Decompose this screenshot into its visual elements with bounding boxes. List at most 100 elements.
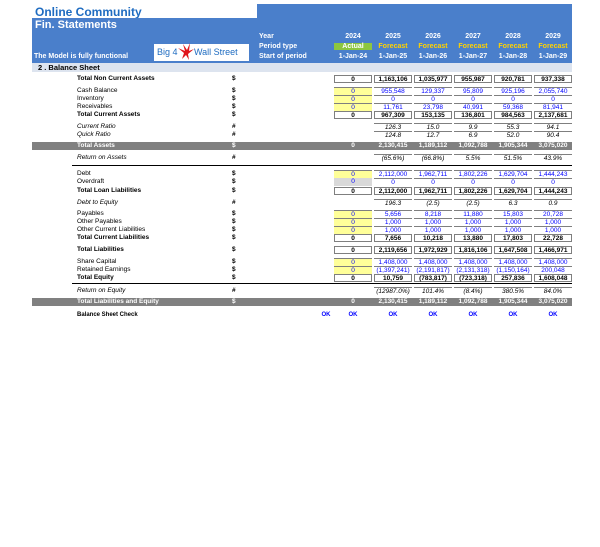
cell-forecast[interactable]: (2,191,817) bbox=[414, 266, 452, 274]
cell-forecast[interactable]: 101.4% bbox=[414, 287, 452, 295]
cell-actual[interactable]: 0 bbox=[334, 170, 372, 178]
cell-forecast[interactable]: 1,962,711 bbox=[414, 187, 452, 195]
cell-forecast[interactable]: 136,801 bbox=[454, 111, 492, 119]
cell-actual[interactable]: 0 bbox=[334, 210, 372, 218]
cell-forecast[interactable]: 0 bbox=[534, 178, 572, 186]
cell-forecast[interactable]: 153,135 bbox=[414, 111, 452, 119]
cell-forecast[interactable]: 200,048 bbox=[534, 266, 572, 274]
cell-forecast[interactable]: 124.8 bbox=[374, 131, 412, 139]
cell-forecast[interactable]: 20,728 bbox=[534, 210, 572, 218]
cell-forecast[interactable]: 1,035,977 bbox=[414, 75, 452, 83]
cell-forecast[interactable]: 955,987 bbox=[454, 75, 492, 83]
cell-forecast[interactable]: 13,880 bbox=[454, 234, 492, 242]
cell-actual[interactable]: 0 bbox=[334, 266, 372, 274]
cell-actual[interactable]: 0 bbox=[334, 298, 372, 306]
cell-forecast[interactable]: 8,218 bbox=[414, 210, 452, 218]
cell-actual[interactable]: 0 bbox=[334, 226, 372, 234]
cell-actual[interactable]: 0 bbox=[334, 87, 372, 95]
cell-forecast[interactable]: 51.5% bbox=[494, 154, 532, 162]
cell-forecast[interactable]: 0 bbox=[414, 178, 452, 186]
cell-forecast[interactable]: 1,000 bbox=[454, 226, 492, 234]
cell-forecast[interactable]: 1,408,000 bbox=[494, 258, 532, 266]
cell-forecast[interactable]: 196.3 bbox=[374, 199, 412, 207]
cell-forecast[interactable]: (1,397,241) bbox=[374, 266, 412, 274]
cell-forecast[interactable]: 2,130,415 bbox=[374, 298, 412, 306]
cell-forecast[interactable]: 2,137,681 bbox=[534, 111, 572, 119]
cell-forecast[interactable]: 1,962,711 bbox=[414, 170, 452, 178]
cell-forecast[interactable]: 1,608,048 bbox=[534, 274, 572, 282]
cell-forecast[interactable]: 23,798 bbox=[414, 103, 452, 111]
cell-forecast[interactable]: 17,803 bbox=[494, 234, 532, 242]
cell-forecast[interactable]: 59,368 bbox=[494, 103, 532, 111]
cell-forecast[interactable]: 1,647,508 bbox=[494, 246, 532, 254]
cell-forecast[interactable]: (12987.0%) bbox=[374, 287, 412, 295]
cell-forecast[interactable]: 1,189,112 bbox=[414, 298, 452, 306]
cell-forecast[interactable]: 1,802,226 bbox=[454, 170, 492, 178]
cell-forecast[interactable]: 1,000 bbox=[494, 218, 532, 226]
cell-forecast[interactable]: 955,548 bbox=[374, 87, 412, 95]
cell-actual[interactable]: 0 bbox=[334, 258, 372, 266]
cell-forecast[interactable]: (65.6%) bbox=[374, 154, 412, 162]
cell-actual[interactable]: 0 bbox=[334, 178, 372, 186]
cell-forecast[interactable]: 1,629,704 bbox=[494, 170, 532, 178]
cell-forecast[interactable]: (2,131,318) bbox=[454, 266, 492, 274]
cell-actual[interactable]: 0 bbox=[334, 95, 372, 103]
cell-forecast[interactable]: 1,000 bbox=[494, 226, 532, 234]
cell-forecast[interactable]: 129,337 bbox=[414, 87, 452, 95]
cell-forecast[interactable]: 0 bbox=[494, 95, 532, 103]
cell-forecast[interactable]: 5,656 bbox=[374, 210, 412, 218]
cell-forecast[interactable]: 1,000 bbox=[414, 226, 452, 234]
cell-actual[interactable]: 0 bbox=[334, 142, 372, 150]
cell-forecast[interactable]: 0 bbox=[374, 95, 412, 103]
cell-forecast[interactable]: 0 bbox=[454, 95, 492, 103]
cell-forecast[interactable]: (66.8%) bbox=[414, 154, 452, 162]
cell-forecast[interactable]: 10,759 bbox=[374, 274, 412, 282]
cell-forecast[interactable]: 22,728 bbox=[534, 234, 572, 242]
cell-forecast[interactable]: 84.0% bbox=[534, 287, 572, 295]
cell-forecast[interactable]: 2,055,740 bbox=[534, 87, 572, 95]
cell-actual[interactable]: 0 bbox=[334, 234, 372, 242]
cell-forecast[interactable]: 10,218 bbox=[414, 234, 452, 242]
cell-forecast[interactable]: (723,318) bbox=[454, 274, 492, 282]
cell-forecast[interactable]: 1,000 bbox=[374, 218, 412, 226]
cell-forecast[interactable]: 94.1 bbox=[534, 123, 572, 131]
cell-forecast[interactable]: 0 bbox=[454, 178, 492, 186]
cell-forecast[interactable]: 2,130,415 bbox=[374, 142, 412, 150]
cell-forecast[interactable]: 95,809 bbox=[454, 87, 492, 95]
cell-forecast[interactable]: 925,196 bbox=[494, 87, 532, 95]
cell-forecast[interactable]: 7,656 bbox=[374, 234, 412, 242]
cell-forecast[interactable]: 1,905,344 bbox=[494, 142, 532, 150]
cell-forecast[interactable]: 1,000 bbox=[414, 218, 452, 226]
cell-forecast[interactable]: 15,803 bbox=[494, 210, 532, 218]
cell-forecast[interactable]: 0 bbox=[494, 178, 532, 186]
cell-forecast[interactable]: 1,408,000 bbox=[534, 258, 572, 266]
cell-forecast[interactable]: (2.5) bbox=[414, 199, 452, 207]
cell-forecast[interactable]: 1,802,226 bbox=[454, 187, 492, 195]
cell-forecast[interactable]: 967,309 bbox=[374, 111, 412, 119]
cell-forecast[interactable]: 2,119,656 bbox=[374, 246, 412, 254]
cell-forecast[interactable]: 55.3 bbox=[494, 123, 532, 131]
cell-forecast[interactable]: 6.9 bbox=[454, 131, 492, 139]
cell-forecast[interactable]: 0 bbox=[374, 178, 412, 186]
cell-forecast[interactable]: 15.0 bbox=[414, 123, 452, 131]
cell-forecast[interactable]: 0 bbox=[534, 95, 572, 103]
cell-forecast[interactable]: 43.9% bbox=[534, 154, 572, 162]
cell-forecast[interactable]: 937,338 bbox=[534, 75, 572, 83]
cell-forecast[interactable]: 5.5% bbox=[454, 154, 492, 162]
cell-forecast[interactable]: 1,972,929 bbox=[414, 246, 452, 254]
cell-forecast[interactable]: 380.5% bbox=[494, 287, 532, 295]
cell-forecast[interactable]: 90.4 bbox=[534, 131, 572, 139]
cell-forecast[interactable]: 257,836 bbox=[494, 274, 532, 282]
cell-forecast[interactable]: 1,408,000 bbox=[454, 258, 492, 266]
cell-forecast[interactable]: (1,150,164) bbox=[494, 266, 532, 274]
cell-forecast[interactable]: 81,941 bbox=[534, 103, 572, 111]
cell-forecast[interactable]: 3,075,020 bbox=[534, 142, 572, 150]
cell-forecast[interactable]: 2,112,000 bbox=[374, 170, 412, 178]
cell-forecast[interactable]: 2,112,000 bbox=[374, 187, 412, 195]
cell-forecast[interactable]: 3,075,020 bbox=[534, 298, 572, 306]
cell-forecast[interactable]: 6.3 bbox=[494, 199, 532, 207]
cell-forecast[interactable]: 1,629,704 bbox=[494, 187, 532, 195]
cell-forecast[interactable]: 1,905,344 bbox=[494, 298, 532, 306]
cell-actual[interactable]: 0 bbox=[334, 274, 372, 282]
cell-forecast[interactable]: 126.3 bbox=[374, 123, 412, 131]
